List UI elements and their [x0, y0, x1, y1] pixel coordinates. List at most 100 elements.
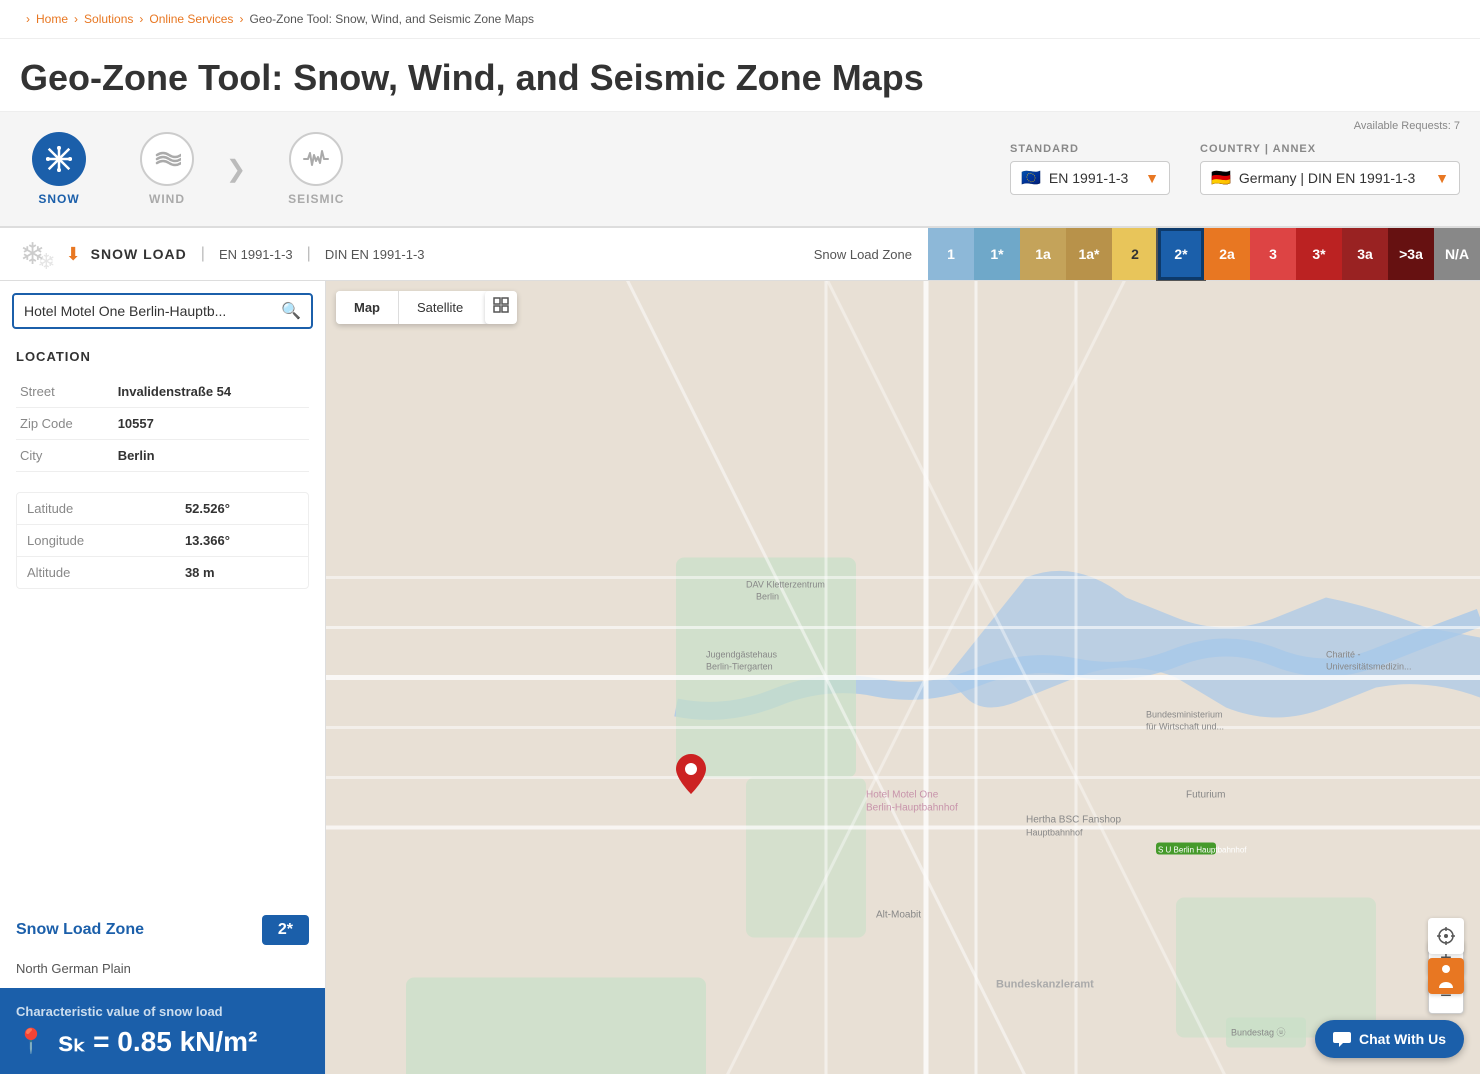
zone-btn-3s[interactable]: 3*: [1296, 228, 1342, 280]
lon-value: 13.366°: [175, 525, 308, 557]
alt-value: 38 m: [175, 557, 308, 589]
standard-label: STANDARD: [1010, 143, 1170, 155]
country-selector-group: COUNTRY | ANNEX 🇩🇪 Germany | DIN EN 1991…: [1200, 143, 1460, 195]
zone-btn-1a[interactable]: 1a: [1020, 228, 1066, 280]
svg-text:DAV Kletterzentrum: DAV Kletterzentrum: [746, 580, 825, 590]
snow-load-card-value: 📍 sₖ = 0.85 kN/m²: [16, 1025, 309, 1058]
zone-btn-1s[interactable]: 1*: [974, 228, 1020, 280]
svg-text:Alt-Moabit: Alt-Moabit: [876, 910, 921, 921]
zone-bar-sep-1: |: [201, 245, 205, 263]
location-street-row: Street Invalidenstraße 54: [16, 376, 309, 408]
country-dropdown-arrow: ▼: [1435, 170, 1449, 186]
seismic-tab-label: SEISMIC: [288, 192, 344, 206]
standard-dropdown-arrow: ▼: [1145, 170, 1159, 186]
snow-zone-result: Snow Load Zone 2*: [16, 915, 309, 945]
zone-label-text: Snow Load Zone: [798, 247, 928, 262]
zone-bar: ❄ ❄ ⬇ SNOW LOAD | EN 1991-1-3 | DIN EN 1…: [0, 228, 1480, 281]
svg-text:Berlin: Berlin: [756, 592, 779, 602]
breadcrumb-current: Geo-Zone Tool: Snow, Wind, and Seismic Z…: [249, 12, 534, 26]
city-label: City: [16, 440, 114, 472]
breadcrumb-arrow-0: ›: [26, 12, 30, 26]
coords-box: Latitude 52.526° Longitude 13.366° Altit…: [16, 492, 309, 589]
chat-button[interactable]: Chat With Us: [1315, 1020, 1464, 1058]
search-input[interactable]: [24, 303, 273, 319]
breadcrumb-solutions[interactable]: Solutions: [84, 12, 133, 26]
location-city-row: City Berlin: [16, 440, 309, 472]
lon-row: Longitude 13.366°: [17, 525, 308, 557]
standard-dropdown[interactable]: 🇪🇺 EN 1991-1-3 ▼: [1010, 161, 1170, 195]
svg-text:Bundestag ⓤ: Bundestag ⓤ: [1231, 1028, 1286, 1038]
page-title: Geo-Zone Tool: Snow, Wind, and Seismic Z…: [20, 57, 1460, 99]
standard-selector-group: STANDARD 🇪🇺 EN 1991-1-3 ▼: [1010, 143, 1170, 195]
map-extra-button[interactable]: [485, 291, 517, 324]
svg-text:Hauptbahnhof: Hauptbahnhof: [1026, 828, 1083, 838]
lat-label: Latitude: [17, 493, 175, 525]
zone-btn-1as[interactable]: 1a*: [1066, 228, 1112, 280]
zone-btn-2s[interactable]: 2*: [1158, 228, 1204, 280]
coords-table: Latitude 52.526° Longitude 13.366° Altit…: [17, 493, 308, 588]
svg-text:Bundeskanzleramt: Bundeskanzleramt: [996, 979, 1094, 991]
svg-text:S U Berlin Hauptbahnhof: S U Berlin Hauptbahnhof: [1158, 846, 1247, 855]
zone-bar-snow-label: SNOW LOAD: [91, 246, 187, 262]
svg-text:Jugendgästehaus: Jugendgästehaus: [706, 650, 778, 660]
tab-wind[interactable]: WIND: [128, 124, 206, 214]
zone-btn-3[interactable]: 3: [1250, 228, 1296, 280]
tool-arrow: ❯: [226, 155, 246, 184]
zone-btn-2[interactable]: 2: [1112, 228, 1158, 280]
wind-tab-label: WIND: [149, 192, 185, 206]
selectors-area: STANDARD 🇪🇺 EN 1991-1-3 ▼ COUNTRY | ANNE…: [990, 131, 1480, 207]
left-panel-spacer: [0, 597, 325, 899]
snow-load-card: Characteristic value of snow load 📍 sₖ =…: [0, 988, 325, 1074]
country-label: COUNTRY | ANNEX: [1200, 143, 1460, 155]
street-view-button[interactable]: [1428, 958, 1464, 994]
main-layout: 🔍 LOCATION Street Invalidenstraße 54 Zip…: [0, 281, 1480, 1074]
map-tab-map[interactable]: Map: [336, 291, 398, 324]
breadcrumb-arrow-3: ›: [239, 12, 243, 26]
map-tab-satellite[interactable]: Satellite: [399, 291, 481, 324]
breadcrumb-online-services[interactable]: Online Services: [149, 12, 233, 26]
street-value: Invalidenstraße 54: [114, 376, 309, 408]
country-dropdown[interactable]: 🇩🇪 Germany | DIN EN 1991-1-3 ▼: [1200, 161, 1460, 195]
zone-bar-left: ❄ ❄ ⬇ SNOW LOAD | EN 1991-1-3 | DIN EN 1…: [0, 233, 650, 275]
svg-text:Charité -: Charité -: [1326, 650, 1361, 660]
location-section: LOCATION Street Invalidenstraße 54 Zip C…: [0, 341, 325, 484]
svg-text:Hertha BSC Fanshop: Hertha BSC Fanshop: [1026, 815, 1121, 826]
location-title: LOCATION: [16, 349, 309, 364]
tool-selector-bar: SNOW WIND ❯ SEISMIC: [0, 112, 1480, 228]
zone-bar-std2: DIN EN 1991-1-3: [325, 247, 425, 262]
lat-value: 52.526°: [175, 493, 308, 525]
map-area[interactable]: Hotel Motel One Berlin-Hauptbahnhof Hert…: [326, 281, 1480, 1074]
eu-flag: 🇪🇺: [1021, 168, 1041, 188]
zone-btn-1[interactable]: 1: [928, 228, 974, 280]
lon-label: Longitude: [17, 525, 175, 557]
svg-text:für Wirtschaft und...: für Wirtschaft und...: [1146, 722, 1224, 732]
location-zip-row: Zip Code 10557: [16, 408, 309, 440]
alt-row: Altitude 38 m: [17, 557, 308, 589]
breadcrumb-arrow-1: ›: [74, 12, 78, 26]
breadcrumb-arrow-2: ›: [139, 12, 143, 26]
zone-btn-na[interactable]: N/A: [1434, 228, 1480, 280]
tab-seismic[interactable]: SEISMIC: [276, 124, 356, 214]
tab-snow[interactable]: SNOW: [20, 124, 98, 214]
map-background: Hotel Motel One Berlin-Hauptbahnhof Hert…: [326, 281, 1480, 1074]
svg-text:Universitätsmedizin...: Universitätsmedizin...: [1326, 662, 1412, 672]
snow-zone-badge: 2*: [262, 915, 309, 945]
map-tabs: Map Satellite: [336, 291, 517, 324]
left-panel: 🔍 LOCATION Street Invalidenstraße 54 Zip…: [0, 281, 326, 1074]
breadcrumb-home[interactable]: Home: [36, 12, 68, 26]
map-target-button[interactable]: [1428, 918, 1464, 954]
city-value: Berlin: [114, 440, 309, 472]
zone-btn-gt3a[interactable]: >3a: [1388, 228, 1434, 280]
tool-tabs: SNOW WIND ❯ SEISMIC: [0, 112, 376, 226]
snow-value: sₖ = 0.85 kN/m²: [58, 1025, 257, 1058]
snow-zone-description: North German Plain: [0, 961, 325, 988]
search-icon: 🔍: [281, 301, 301, 321]
zone-btn-2a[interactable]: 2a: [1204, 228, 1250, 280]
down-arrow-icon: ⬇: [66, 244, 81, 265]
snow-load-card-title: Characteristic value of snow load: [16, 1004, 309, 1019]
street-label: Street: [16, 376, 114, 408]
seismic-tab-icon: [289, 132, 343, 186]
zip-label: Zip Code: [16, 408, 114, 440]
zone-btn-3a[interactable]: 3a: [1342, 228, 1388, 280]
snow-tab-icon: [32, 132, 86, 186]
